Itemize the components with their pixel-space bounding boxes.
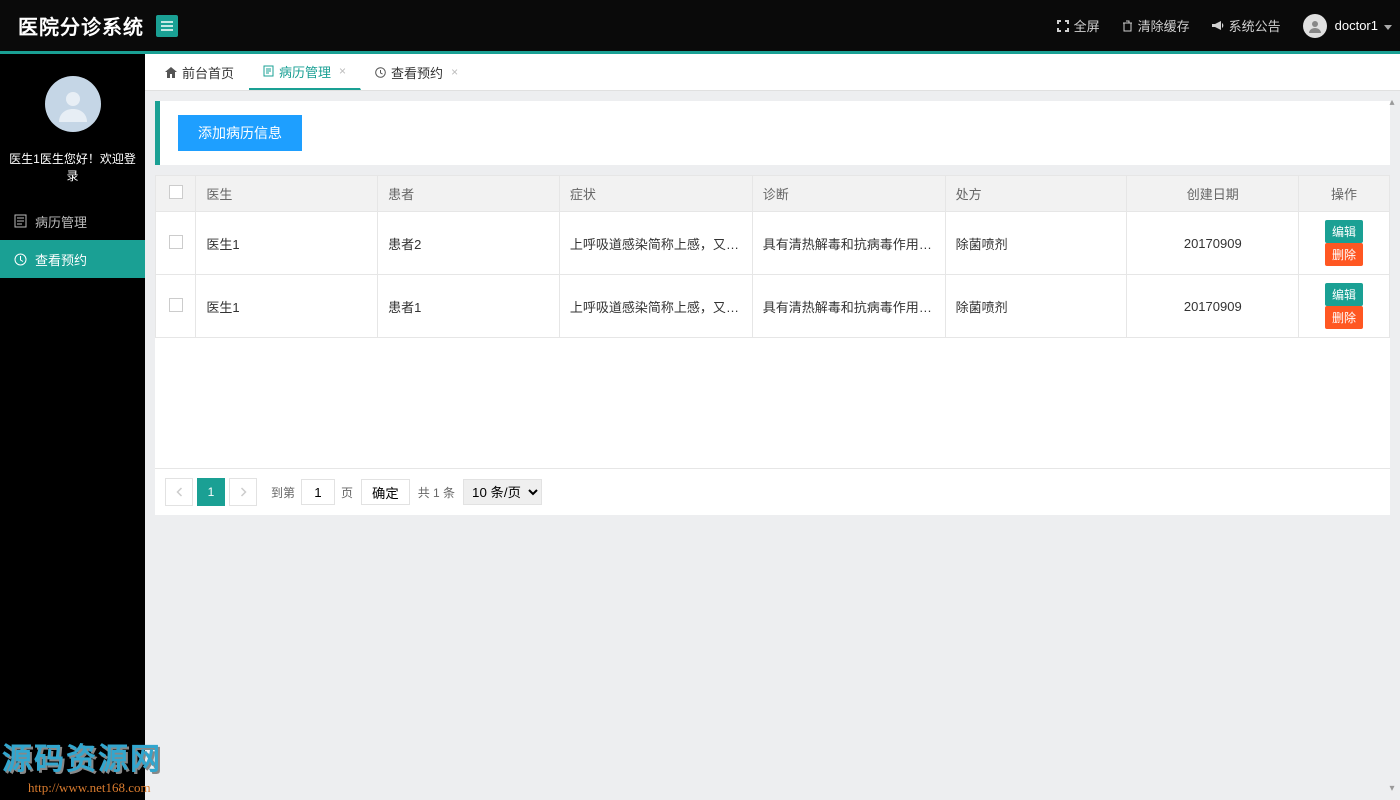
fullscreen-label: 全屏 [1074,16,1100,35]
cell-created: 20170909 [1127,275,1299,338]
chevron-right-icon [240,487,247,497]
col-symptom: 症状 [559,176,752,212]
tab-label: 查看预约 [391,63,443,82]
row-checkbox[interactable] [156,275,196,338]
page-prev-button[interactable] [165,478,193,506]
delete-button[interactable]: 删除 [1325,243,1363,266]
cell-prescription: 除菌喷剂 [945,212,1127,275]
hamburger-icon [161,21,173,31]
cell-patient: 患者2 [378,212,560,275]
page-number-button[interactable]: 1 [197,478,225,506]
sidebar-item-label: 查看预约 [35,250,87,269]
announcement-label: 系统公告 [1229,16,1281,35]
scroll-up-icon: ▴ [1385,97,1399,108]
cell-diagnosis: 具有清热解毒和抗病毒作用的中... [752,275,945,338]
chevron-left-icon [176,487,183,497]
fullscreen-icon [1057,20,1069,32]
tab-bar: 前台首页 病历管理 × 查看预约 × [145,54,1400,91]
cell-symptom: 上呼吸道感染简称上感，又称普... [559,275,752,338]
user-menu[interactable]: doctor1 [1303,14,1392,38]
cell-doctor: 医生1 [196,275,378,338]
select-all-header[interactable] [156,176,196,212]
main-area: 前台首页 病历管理 × 查看预约 × 添加病历信息 [145,54,1400,800]
table-header-row: 医生 患者 症状 诊断 处方 创建日期 操作 [156,176,1390,212]
trash-icon [1122,20,1133,32]
cell-diagnosis: 具有清热解毒和抗病毒作用的中... [752,212,945,275]
page-input[interactable] [301,479,335,505]
tab-label: 前台首页 [182,63,234,82]
tab-label: 病历管理 [279,62,331,81]
clear-cache-button[interactable]: 清除缓存 [1122,16,1190,35]
tab-close-icon[interactable]: × [451,65,458,79]
pagination: 1 到第 页 确定 共 1 条 10 条/页 [155,468,1390,515]
tab-home[interactable]: 前台首页 [151,54,249,90]
username-label: doctor1 [1335,18,1378,33]
sidebar-greeting: 医生1医生您好！欢迎登录 [0,150,145,184]
col-actions: 操作 [1299,176,1390,212]
cell-created: 20170909 [1127,212,1299,275]
home-icon [165,67,177,78]
scroll-down-icon: ▾ [1385,783,1399,794]
col-patient: 患者 [378,176,560,212]
clock-icon [375,67,386,78]
edit-button[interactable]: 编辑 [1325,220,1363,243]
cell-patient: 患者1 [378,275,560,338]
sidebar-item-label: 病历管理 [35,212,87,231]
top-header: 医院分诊系统 全屏 清除缓存 系统公告 doctor1 [0,0,1400,51]
page-next-button[interactable] [229,478,257,506]
menu-toggle-button[interactable] [156,15,178,37]
col-doctor: 医生 [196,176,378,212]
records-table: 医生 患者 症状 诊断 处方 创建日期 操作 医生1患者2上呼吸道感染简称上感，… [155,175,1390,515]
sidebar-avatar [45,76,101,132]
add-record-button[interactable]: 添加病历信息 [178,115,302,151]
app-title: 医院分诊系统 [18,11,144,40]
avatar-icon [1303,14,1327,38]
cell-doctor: 医生1 [196,212,378,275]
scrollbar[interactable]: ▴ ▾ [1385,97,1399,794]
row-checkbox[interactable] [156,212,196,275]
cell-prescription: 除菌喷剂 [945,275,1127,338]
clear-cache-label: 清除缓存 [1138,16,1190,35]
col-diagnosis: 诊断 [752,176,945,212]
table-row: 医生1患者2上呼吸道感染简称上感，又称普...具有清热解毒和抗病毒作用的中...… [156,212,1390,275]
cell-actions: 编辑删除 [1299,275,1390,338]
page-go-button[interactable]: 确定 [361,479,410,505]
action-card: 添加病历信息 [155,101,1390,165]
bullhorn-icon [1212,20,1224,31]
caret-down-icon [1384,18,1392,33]
col-prescription: 处方 [945,176,1127,212]
tab-close-icon[interactable]: × [339,64,346,78]
cell-actions: 编辑删除 [1299,212,1390,275]
document-icon [14,214,27,228]
tab-appointments[interactable]: 查看预约 × [361,54,473,90]
table-row: 医生1患者1上呼吸道感染简称上感，又称普...具有清热解毒和抗病毒作用的中...… [156,275,1390,338]
fullscreen-button[interactable]: 全屏 [1057,16,1100,35]
clock-icon [14,253,27,266]
goto-prefix: 到第 [271,484,295,501]
goto-suffix: 页 [341,484,353,501]
col-created: 创建日期 [1127,176,1299,212]
tab-records[interactable]: 病历管理 × [249,54,361,90]
edit-button[interactable]: 编辑 [1325,283,1363,306]
document-icon [263,65,274,77]
delete-button[interactable]: 删除 [1325,306,1363,329]
page-size-select[interactable]: 10 条/页 [463,479,542,505]
total-count: 共 1 条 [418,484,455,501]
announcement-button[interactable]: 系统公告 [1212,16,1281,35]
sidebar-item-appointments[interactable]: 查看预约 [0,240,145,278]
content-area: 添加病历信息 医生 患者 症状 诊断 处方 创建日期 [145,91,1400,800]
sidebar: 医生1医生您好！欢迎登录 病历管理 查看预约 [0,54,145,800]
sidebar-item-records[interactable]: 病历管理 [0,202,145,240]
cell-symptom: 上呼吸道感染简称上感，又称普... [559,212,752,275]
